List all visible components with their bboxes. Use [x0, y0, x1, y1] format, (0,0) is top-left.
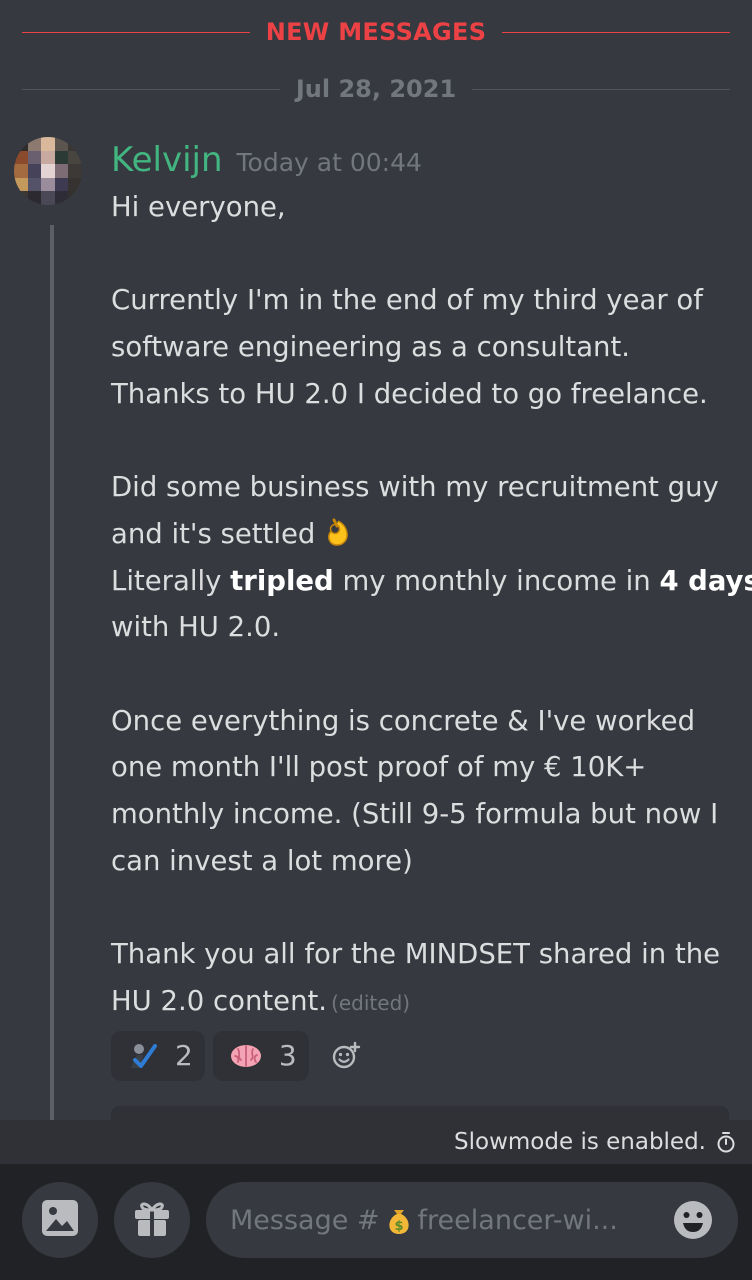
message-line: can invest a lot more) — [111, 844, 413, 877]
reactions-row: 2 3 — [111, 1030, 741, 1081]
reaction-brain[interactable]: 3 — [212, 1030, 309, 1081]
upload-image-button[interactable] — [22, 1182, 98, 1258]
message-input[interactable]: Message # $ freelancer-wi... — [206, 1182, 738, 1258]
message-line: software engineering as a consultant. — [111, 331, 630, 364]
timestamp: Today at 00:44 — [236, 148, 422, 177]
bold-text: 4 days — [659, 564, 752, 597]
svg-text:$: $ — [394, 1219, 403, 1234]
edited-tag: (edited) — [331, 990, 411, 1015]
placeholder-channel: freelancer-wi... — [417, 1204, 618, 1236]
slowmode-text: Slowmode is enabled. — [454, 1129, 706, 1155]
username[interactable]: Kelvijn — [111, 140, 223, 180]
message-line: one month I'll post proof of my € 10K+ — [111, 751, 647, 784]
avatar[interactable] — [14, 137, 82, 205]
add-reaction-icon[interactable] — [331, 1041, 361, 1071]
checkmark-person-emoji — [127, 1040, 159, 1072]
reaction-checkmark[interactable]: 2 — [111, 1030, 205, 1081]
new-messages-divider: NEW MESSAGES — [22, 14, 731, 50]
date-label: Jul 28, 2021 — [295, 75, 457, 103]
message-line: HU 2.0 content. (edited) — [111, 978, 741, 1027]
message-line: Currently I'm in the end of my third yea… — [111, 284, 703, 317]
message-line: Thank you all for the MINDSET shared in … — [111, 938, 721, 971]
gift-button[interactable] — [114, 1182, 190, 1258]
reaction-count: 2 — [175, 1039, 193, 1073]
message-line: monthly income. (Still 9-5 formula but n… — [111, 798, 719, 831]
message-line: Did some business with my recruitment gu… — [111, 471, 719, 504]
message-line: Thanks to HU 2.0 I decided to go freelan… — [111, 377, 708, 410]
message-text: and it's settled — [111, 517, 316, 550]
message-placeholder: Message # $ freelancer-wi... — [230, 1204, 618, 1236]
composer-bar: Message # $ freelancer-wi... — [0, 1164, 752, 1280]
message-line: and it's settled — [111, 511, 741, 558]
image-icon — [40, 1198, 80, 1242]
message-text: HU 2.0 content. — [111, 984, 328, 1017]
message-line: Once everything is concrete & I've worke… — [111, 704, 696, 737]
slowmode-bar: Slowmode is enabled. — [0, 1120, 752, 1164]
ok-hand-emoji — [324, 515, 352, 546]
emoji-icon[interactable] — [672, 1199, 714, 1241]
message-text: Literally — [111, 564, 231, 597]
bold-text: tripled — [230, 564, 334, 597]
gift-icon — [131, 1198, 173, 1242]
message-line: with HU 2.0. — [111, 611, 281, 644]
message-text: my monthly income in — [333, 564, 660, 597]
stopwatch-icon — [716, 1131, 736, 1153]
date-divider: Jul 28, 2021 — [22, 71, 731, 107]
reaction-count: 3 — [278, 1039, 297, 1073]
message[interactable]: Kelvijn Today at 00:44 Hi everyone, Curr… — [111, 140, 752, 1081]
money-bag-emoji: $ — [384, 1204, 414, 1236]
message-body: Hi everyone, Currently I'm in the end of… — [111, 184, 752, 1027]
message-line: Literally tripled my monthly income in 4… — [111, 558, 752, 605]
message-line: Hi everyone, — [111, 191, 286, 223]
thread-line — [50, 225, 54, 1120]
brain-emoji — [229, 1041, 263, 1071]
placeholder-prefix: Message # — [230, 1204, 380, 1236]
new-messages-label: NEW MESSAGES — [265, 18, 487, 46]
